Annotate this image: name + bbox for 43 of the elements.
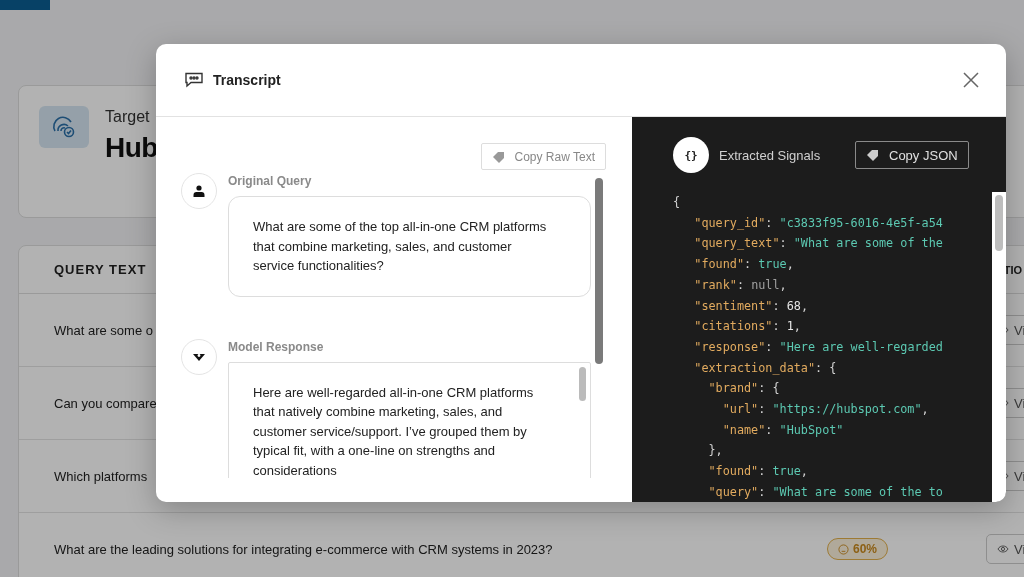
close-icon[interactable] bbox=[963, 72, 979, 88]
column-header: TIO bbox=[1003, 263, 1022, 276]
message-label: Model Response bbox=[228, 339, 325, 354]
chat-icon bbox=[184, 72, 204, 88]
code-line: { bbox=[673, 194, 681, 211]
code-line: "query_id": "c3833f95-6016-4e5f-a54 bbox=[694, 214, 943, 232]
code-line: "extraction_data": { bbox=[694, 359, 837, 377]
dialog-title: Transcript bbox=[213, 72, 282, 88]
copy-raw-text-button[interactable]: Copy Raw Text bbox=[480, 143, 606, 170]
code-line: "rank": null, bbox=[694, 276, 787, 294]
logo-block bbox=[0, 0, 50, 10]
query-text: Which platforms bbox=[54, 468, 148, 484]
column-header: QUERY TEXT bbox=[54, 262, 147, 277]
code-line: "response": "Here are well-regarded bbox=[694, 338, 943, 356]
scrollbar-thumb[interactable] bbox=[995, 195, 1003, 251]
braces-icon: {} bbox=[673, 137, 709, 173]
code-line: "brand": { bbox=[708, 380, 780, 398]
message-text: What are some of the top all-in-one CRM platforms that combine marketing, sales, and customer service functionalities? bbox=[253, 218, 548, 275]
target-icon bbox=[39, 106, 89, 148]
tag-icon bbox=[866, 149, 880, 161]
scrollbar-thumb[interactable] bbox=[595, 178, 603, 364]
view-button[interactable]: Vi bbox=[986, 534, 1024, 564]
message-label: Original Query bbox=[228, 174, 313, 188]
tag-icon bbox=[491, 150, 506, 163]
code-line: "query_text": "What are some of the bbox=[694, 235, 943, 253]
code-line: "found": true, bbox=[708, 463, 808, 481]
sentiment-badge: 60% bbox=[827, 538, 889, 560]
code-line: "name": "HubSpot" bbox=[722, 421, 844, 439]
target-label: Target bbox=[105, 108, 151, 126]
message-text: Here are well-regarded all-in-one CRM platforms that natively combine marketing, sales, and customer service/support. I’ve grouped them by typical fit, with a one-line on strengths and considerations bbox=[253, 383, 535, 478]
query-text: Can you compare bbox=[54, 395, 157, 411]
code-line: }, bbox=[708, 442, 723, 460]
code-line: "query": "What are some of the to bbox=[708, 483, 943, 501]
code-line: "sentiment": 68, bbox=[694, 297, 808, 315]
brand-name: Hub bbox=[105, 132, 158, 164]
panel-title: Extracted Signals bbox=[719, 147, 822, 163]
code-line: "found": true, bbox=[694, 256, 794, 274]
code-line: "url": "https://hubspot.com", bbox=[722, 401, 929, 419]
query-text: What are some o bbox=[54, 322, 153, 338]
query-text: What are the leading solutions for integrating e-commerce with CRM systems in 2023? bbox=[54, 541, 553, 557]
scrollbar-thumb[interactable] bbox=[579, 366, 586, 401]
code-line: "citations": 1, bbox=[694, 318, 801, 336]
copy-json-button[interactable]: Copy JSON bbox=[855, 141, 969, 169]
